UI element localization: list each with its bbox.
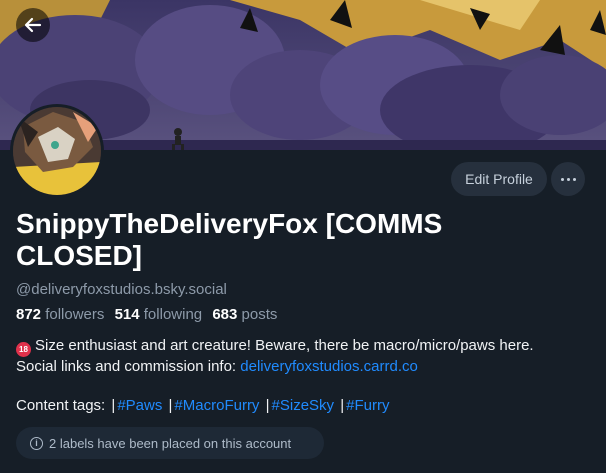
followers-count: 872 (16, 306, 42, 323)
tag-separator: | (265, 397, 270, 414)
bio-line-1: 18 Size enthusiast and art creature! Bewa… (16, 336, 596, 357)
no-under-18-icon: 18 (16, 342, 31, 357)
tag-sizesky[interactable]: #SizeSky (272, 397, 335, 414)
tag-paws[interactable]: #Paws (117, 397, 162, 414)
more-dots-icon (559, 177, 577, 181)
info-icon: i (30, 436, 43, 450)
bio-line-2: Social links and commission info: delive… (16, 357, 596, 377)
tag-furry[interactable]: #Furry (346, 397, 389, 414)
back-button[interactable] (16, 8, 50, 42)
following-link[interactable]: 514 following (115, 306, 203, 323)
following-label: following (143, 306, 203, 323)
labels-notice-text: 2 labels have been placed on this accoun… (49, 435, 292, 451)
following-count: 514 (114, 306, 140, 323)
carrd-link[interactable]: deliveryfoxstudios.carrd.co (240, 358, 418, 375)
display-name: SnippyTheDeliveryFox [COMMS CLOSED] (16, 208, 443, 271)
profile-handle[interactable]: @deliveryfoxstudios.bsky.social (16, 281, 227, 298)
posts-label: posts (241, 306, 278, 323)
edit-profile-label: Edit Profile (465, 171, 533, 187)
posts-count: 683 (212, 306, 238, 323)
profile-stats: 872 followers 514 following 683 posts (16, 306, 283, 323)
profile-bio: 18 Size enthusiast and art creature! Bewa… (16, 336, 596, 377)
followers-label: followers (45, 306, 105, 323)
tag-macrofurry[interactable]: #MacroFurry (174, 397, 259, 414)
tag-separator: | (111, 397, 116, 414)
followers-link[interactable]: 872 followers (16, 306, 104, 323)
posts-stat: 683 posts (212, 306, 277, 323)
content-tags: Content tags: | #Paws | #MacroFurry | #Size… (16, 396, 389, 416)
more-options-button[interactable] (551, 162, 585, 196)
edit-profile-button[interactable]: Edit Profile (451, 162, 547, 196)
bio-links-prefix: Social links and commission info: (16, 358, 241, 375)
tag-separator: | (340, 397, 345, 414)
bio-text: Size enthusiast and art creature! Beware… (35, 337, 534, 354)
tag-separator: | (168, 397, 173, 414)
labels-notice-button[interactable]: i 2 labels have been placed on this acco… (16, 427, 324, 459)
content-tags-label: Content tags: (16, 397, 106, 414)
back-arrow-icon (24, 17, 42, 33)
avatar-image (13, 107, 101, 195)
avatar[interactable] (10, 104, 104, 198)
